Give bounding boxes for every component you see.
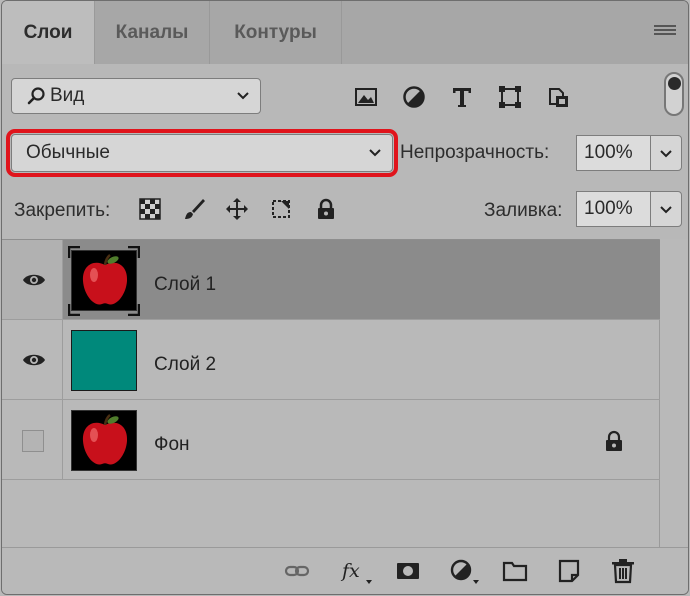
fill-dropdown-button[interactable] [650, 191, 682, 227]
visibility-toggle-empty[interactable] [22, 430, 44, 452]
layer-thumbnail[interactable] [71, 410, 137, 471]
layer-name: Слой 1 [154, 274, 217, 295]
tab-layers[interactable]: Слои [2, 1, 95, 64]
blend-mode-highlight [6, 129, 398, 177]
layers-panel: Слои Каналы Контуры Вид Обычные Непрозра… [1, 0, 689, 595]
panel-menu-icon[interactable] [654, 25, 676, 39]
layer-row-layer1[interactable]: Слой 1 [2, 240, 660, 320]
layers-list: Слой 1 Слой 2 Фон [2, 239, 660, 547]
adjustment-layer-filter-icon[interactable] [401, 84, 427, 110]
filter-toggle-switch[interactable] [664, 72, 684, 116]
layer-thumbnail[interactable] [71, 330, 137, 391]
lock-position-icon[interactable] [225, 197, 249, 221]
fill-input[interactable]: 100% [576, 191, 652, 227]
opacity-dropdown-button[interactable] [650, 135, 682, 171]
tab-bar: Слои Каналы Контуры [2, 1, 688, 64]
fx-icon[interactable]: fx [340, 558, 372, 584]
filter-kind-label: Вид [50, 85, 85, 106]
chevron-down-icon [660, 150, 672, 158]
selection-corners [68, 246, 140, 316]
tab-channels[interactable]: Каналы [95, 1, 210, 64]
layer-row-layer2[interactable]: Слой 2 [2, 320, 660, 400]
lock-image-pixels-icon[interactable] [182, 197, 206, 221]
eye-icon[interactable] [22, 272, 46, 288]
visibility-column [2, 240, 63, 319]
trash-icon[interactable] [610, 558, 636, 584]
shape-layer-filter-icon[interactable] [497, 84, 523, 110]
tab-paths[interactable]: Контуры [210, 1, 342, 64]
svg-text:fx: fx [340, 560, 360, 582]
filter-kind-dropdown[interactable]: Вид [11, 78, 261, 114]
pixel-layer-filter-icon[interactable] [353, 84, 379, 110]
opacity-input[interactable]: 100% [576, 135, 652, 171]
search-icon [27, 87, 45, 105]
adjustment-icon[interactable] [449, 558, 481, 584]
scrollbar-track[interactable] [660, 239, 688, 547]
chevron-down-icon [237, 92, 249, 100]
layer-name: Фон [154, 434, 190, 455]
lock-transparent-pixels-icon[interactable] [138, 197, 162, 221]
fill-label: Заливка: [484, 200, 563, 221]
layer-name: Слой 2 [154, 354, 217, 375]
lock-label: Закрепить: [14, 200, 111, 221]
layer-lock-icon[interactable] [604, 430, 624, 452]
lock-artboard-icon[interactable] [269, 197, 293, 221]
new-layer-icon[interactable] [556, 558, 582, 584]
opacity-label: Непрозрачность: [400, 142, 550, 163]
mask-icon[interactable] [395, 558, 421, 584]
chevron-down-icon [660, 206, 672, 214]
link-icon[interactable] [284, 558, 310, 584]
eye-icon[interactable] [22, 352, 46, 368]
apple-thumbnail [82, 414, 128, 465]
type-layer-filter-icon[interactable] [449, 84, 475, 110]
visibility-column [2, 400, 63, 479]
lock-all-icon[interactable] [314, 197, 338, 221]
folder-icon[interactable] [502, 558, 528, 584]
visibility-column [2, 320, 63, 399]
layer-row-background[interactable]: Фон [2, 400, 660, 480]
smart-object-filter-icon[interactable] [546, 84, 572, 110]
